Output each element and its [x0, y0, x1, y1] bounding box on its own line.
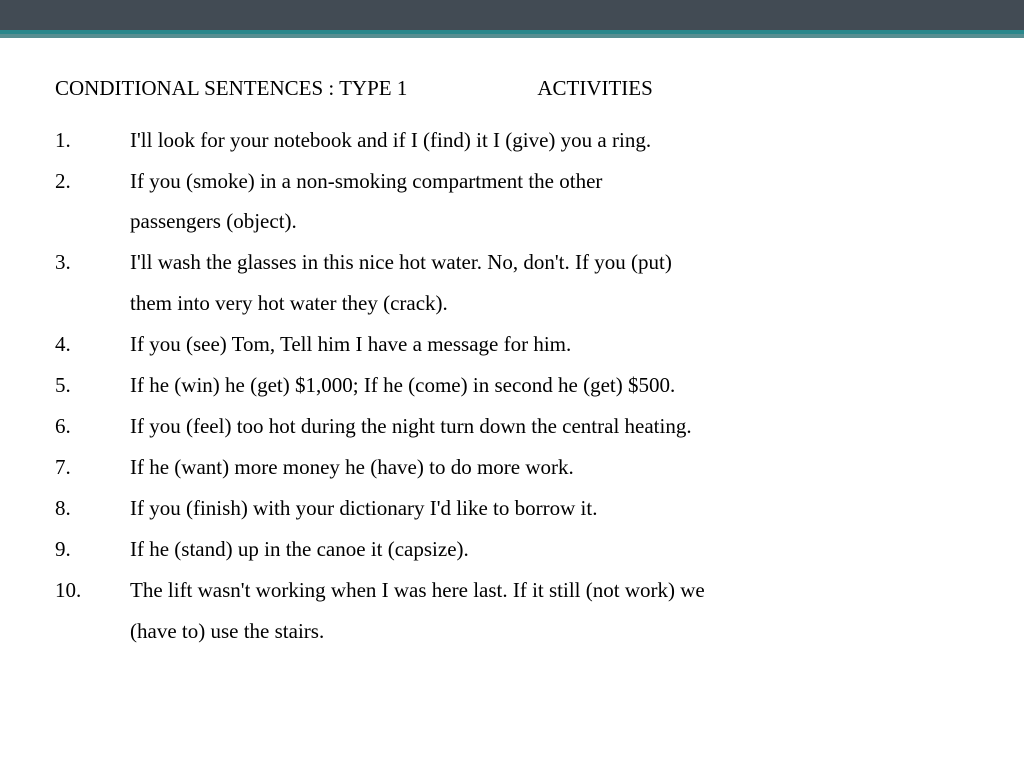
heading-right: ACTIVITIES — [537, 72, 652, 106]
item-number: 3. — [55, 242, 130, 283]
list-item: 10. The lift wasn't working when I was h… — [55, 570, 969, 611]
item-number: 4. — [55, 324, 130, 365]
item-text: If you (see) Tom, Tell him I have a mess… — [130, 324, 969, 365]
list-item: 4. If you (see) Tom, Tell him I have a m… — [55, 324, 969, 365]
item-text-cont: (have to) use the stairs. — [55, 611, 969, 652]
item-text: I'll look for your notebook and if I (fi… — [130, 120, 969, 161]
item-text: If you (finish) with your dictionary I'd… — [130, 488, 969, 529]
item-number: 2. — [55, 161, 130, 202]
heading-row: CONDITIONAL SENTENCES : TYPE 1 ACTIVITIE… — [55, 72, 969, 106]
list-item: 2. If you (smoke) in a non-smoking compa… — [55, 161, 969, 202]
slide-content: CONDITIONAL SENTENCES : TYPE 1 ACTIVITIE… — [0, 34, 1024, 652]
item-text: If he (want) more money he (have) to do … — [130, 447, 969, 488]
slide: CONDITIONAL SENTENCES : TYPE 1 ACTIVITIE… — [0, 0, 1024, 768]
slide-top-bar — [0, 0, 1024, 34]
item-number: 8. — [55, 488, 130, 529]
item-text: If you (feel) too hot during the night t… — [130, 406, 969, 447]
item-text-cont: passengers (object). — [55, 201, 969, 242]
item-text: I'll wash the glasses in this nice hot w… — [130, 242, 969, 283]
exercise-list: 1. I'll look for your notebook and if I … — [55, 120, 969, 652]
item-number: 5. — [55, 365, 130, 406]
item-number: 7. — [55, 447, 130, 488]
list-item: 1. I'll look for your notebook and if I … — [55, 120, 969, 161]
item-text-cont: them into very hot water they (crack). — [55, 283, 969, 324]
list-item: 6. If you (feel) too hot during the nigh… — [55, 406, 969, 447]
item-number: 6. — [55, 406, 130, 447]
item-number: 9. — [55, 529, 130, 570]
list-item: 9. If he (stand) up in the canoe it (cap… — [55, 529, 969, 570]
item-text: If he (stand) up in the canoe it (capsiz… — [130, 529, 969, 570]
list-item: 5. If he (win) he (get) $1,000; If he (c… — [55, 365, 969, 406]
list-item: 3. I'll wash the glasses in this nice ho… — [55, 242, 969, 283]
item-number: 10. — [55, 570, 130, 611]
item-text: If he (win) he (get) $1,000; If he (come… — [130, 365, 969, 406]
heading-left: CONDITIONAL SENTENCES : TYPE 1 — [55, 72, 407, 106]
list-item: 7. If he (want) more money he (have) to … — [55, 447, 969, 488]
item-number: 1. — [55, 120, 130, 161]
item-text: The lift wasn't working when I was here … — [130, 570, 969, 611]
list-item: 8. If you (finish) with your dictionary … — [55, 488, 969, 529]
item-text: If you (smoke) in a non-smoking compartm… — [130, 161, 969, 202]
